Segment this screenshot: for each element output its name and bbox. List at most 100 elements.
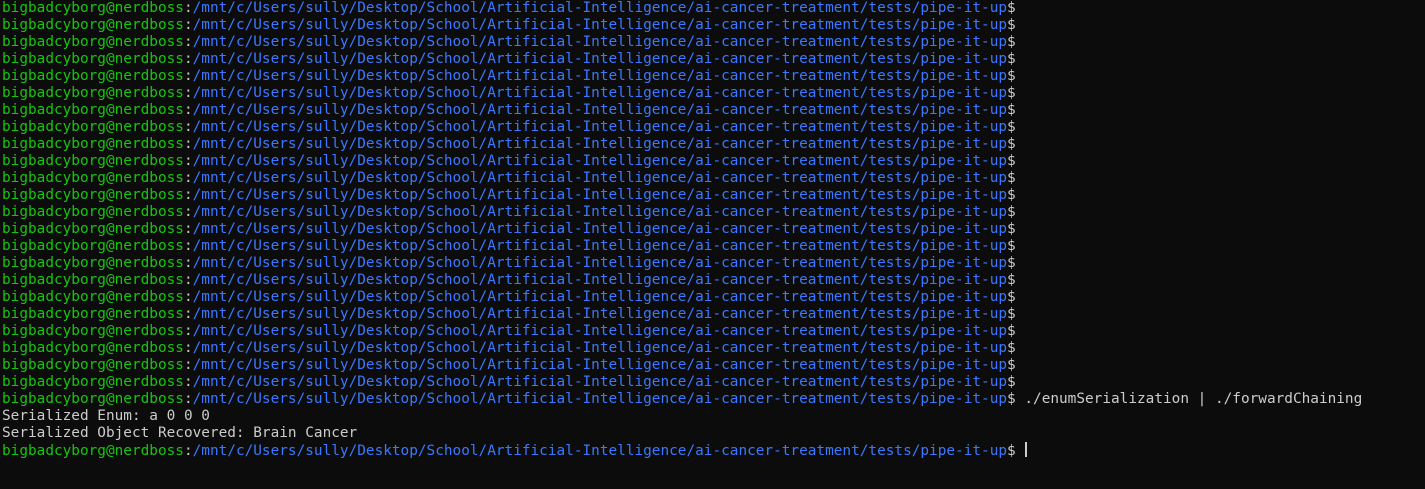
prompt-user-host: bigbadcyborg@nerdboss xyxy=(2,136,184,152)
prompt-symbol: $ xyxy=(1007,119,1016,135)
prompt-user-host: bigbadcyborg@nerdboss xyxy=(2,289,184,305)
prompt-path: /mnt/c/Users/sully/Desktop/School/Artifi… xyxy=(192,221,1008,237)
prompt-line: bigbadcyborg@nerdboss:/mnt/c/Users/sully… xyxy=(2,0,1425,17)
prompt-separator: : xyxy=(183,204,193,220)
prompt-separator: : xyxy=(183,357,193,373)
prompt-path: /mnt/c/Users/sully/Desktop/School/Artifi… xyxy=(192,204,1008,220)
terminal-window[interactable]: bigbadcyborg@nerdboss:/mnt/c/Users/sully… xyxy=(0,0,1425,489)
prompt-path: /mnt/c/Users/sully/Desktop/School/Artifi… xyxy=(192,357,1008,373)
prompt-path: /mnt/c/Users/sully/Desktop/School/Artifi… xyxy=(192,102,1008,118)
prompt-line: bigbadcyborg@nerdboss:/mnt/c/Users/sully… xyxy=(2,187,1425,204)
prompt-user-host: bigbadcyborg@nerdboss xyxy=(2,357,184,373)
prompt-separator: : xyxy=(183,170,193,186)
prompt-symbol: $ xyxy=(1007,34,1016,50)
prompt-separator: : xyxy=(183,102,193,118)
command-text xyxy=(1016,443,1025,459)
command-text: ./enumSerialization | ./forwardChaining xyxy=(1015,391,1363,407)
prompt-symbol: $ xyxy=(1007,255,1016,271)
prompt-symbol: $ xyxy=(1007,153,1016,169)
prompt-user-host: bigbadcyborg@nerdboss xyxy=(2,238,184,254)
prompt-user-host: bigbadcyborg@nerdboss xyxy=(2,443,184,459)
prompt-symbol: $ xyxy=(1007,340,1016,356)
prompt-path: /mnt/c/Users/sully/Desktop/School/Artifi… xyxy=(192,17,1008,33)
prompt-line: bigbadcyborg@nerdboss:/mnt/c/Users/sully… xyxy=(2,289,1425,306)
prompt-user-host: bigbadcyborg@nerdboss xyxy=(2,0,184,16)
prompt-separator: : xyxy=(183,17,193,33)
prompt-path: /mnt/c/Users/sully/Desktop/School/Artifi… xyxy=(192,391,1008,407)
prompt-line: bigbadcyborg@nerdboss:/mnt/c/Users/sully… xyxy=(2,340,1425,357)
output-text: Serialized Enum: a 0 0 0 xyxy=(2,408,210,424)
prompt-symbol: $ xyxy=(1007,187,1016,203)
prompt-symbol: $ xyxy=(1007,68,1016,84)
prompt-path: /mnt/c/Users/sully/Desktop/School/Artifi… xyxy=(192,119,1008,135)
prompt-line: bigbadcyborg@nerdboss:/mnt/c/Users/sully… xyxy=(2,68,1425,85)
prompt-user-host: bigbadcyborg@nerdboss xyxy=(2,204,184,220)
prompt-symbol: $ xyxy=(1007,357,1016,373)
prompt-user-host: bigbadcyborg@nerdboss xyxy=(2,153,184,169)
prompt-user-host: bigbadcyborg@nerdboss xyxy=(2,17,184,33)
prompt-path: /mnt/c/Users/sully/Desktop/School/Artifi… xyxy=(192,306,1008,322)
prompt-separator: : xyxy=(183,153,193,169)
prompt-line: bigbadcyborg@nerdboss:/mnt/c/Users/sully… xyxy=(2,255,1425,272)
prompt-separator: : xyxy=(183,306,193,322)
prompt-path: /mnt/c/Users/sully/Desktop/School/Artifi… xyxy=(192,187,1008,203)
prompt-separator: : xyxy=(183,0,193,16)
prompt-path: /mnt/c/Users/sully/Desktop/School/Artifi… xyxy=(192,0,1008,16)
prompt-path: /mnt/c/Users/sully/Desktop/School/Artifi… xyxy=(192,255,1008,271)
prompt-symbol: $ xyxy=(1007,204,1016,220)
prompt-line: bigbadcyborg@nerdboss:/mnt/c/Users/sully… xyxy=(2,272,1425,289)
prompt-user-host: bigbadcyborg@nerdboss xyxy=(2,374,184,390)
prompt-path: /mnt/c/Users/sully/Desktop/School/Artifi… xyxy=(192,68,1008,84)
prompt-line: bigbadcyborg@nerdboss:/mnt/c/Users/sully… xyxy=(2,85,1425,102)
prompt-line: bigbadcyborg@nerdboss:/mnt/c/Users/sully… xyxy=(2,153,1425,170)
prompt-separator: : xyxy=(183,340,193,356)
prompt-separator: : xyxy=(183,85,193,101)
prompt-user-host: bigbadcyborg@nerdboss xyxy=(2,323,184,339)
prompt-symbol: $ xyxy=(1007,238,1016,254)
prompt-separator: : xyxy=(183,187,193,203)
prompt-symbol: $ xyxy=(1007,170,1016,186)
prompt-user-host: bigbadcyborg@nerdboss xyxy=(2,255,184,271)
prompt-line: bigbadcyborg@nerdboss:/mnt/c/Users/sully… xyxy=(2,17,1425,34)
prompt-symbol: $ xyxy=(1007,391,1016,407)
prompt-separator: : xyxy=(183,51,193,67)
prompt-line: bigbadcyborg@nerdboss:/mnt/c/Users/sully… xyxy=(2,238,1425,255)
prompt-symbol: $ xyxy=(1007,136,1016,152)
prompt-separator: : xyxy=(183,272,193,288)
prompt-symbol: $ xyxy=(1007,272,1016,288)
prompt-path: /mnt/c/Users/sully/Desktop/School/Artifi… xyxy=(192,51,1008,67)
prompt-separator: : xyxy=(183,221,193,237)
prompt-path: /mnt/c/Users/sully/Desktop/School/Artifi… xyxy=(192,323,1008,339)
prompt-path: /mnt/c/Users/sully/Desktop/School/Artifi… xyxy=(192,153,1008,169)
prompt-path: /mnt/c/Users/sully/Desktop/School/Artifi… xyxy=(192,443,1008,459)
prompt-line: bigbadcyborg@nerdboss:/mnt/c/Users/sully… xyxy=(2,374,1425,391)
prompt-user-host: bigbadcyborg@nerdboss xyxy=(2,170,184,186)
prompt-separator: : xyxy=(183,374,193,390)
prompt-line: bigbadcyborg@nerdboss:/mnt/c/Users/sully… xyxy=(2,442,1425,459)
prompt-path: /mnt/c/Users/sully/Desktop/School/Artifi… xyxy=(192,85,1008,101)
prompt-symbol: $ xyxy=(1007,85,1016,101)
text-cursor xyxy=(1025,442,1028,457)
prompt-line: bigbadcyborg@nerdboss:/mnt/c/Users/sully… xyxy=(2,34,1425,51)
prompt-path: /mnt/c/Users/sully/Desktop/School/Artifi… xyxy=(192,238,1008,254)
prompt-path: /mnt/c/Users/sully/Desktop/School/Artifi… xyxy=(192,272,1008,288)
prompt-symbol: $ xyxy=(1007,51,1016,67)
prompt-user-host: bigbadcyborg@nerdboss xyxy=(2,221,184,237)
prompt-separator: : xyxy=(183,391,193,407)
prompt-user-host: bigbadcyborg@nerdboss xyxy=(2,306,184,322)
prompt-user-host: bigbadcyborg@nerdboss xyxy=(2,119,184,135)
prompt-path: /mnt/c/Users/sully/Desktop/School/Artifi… xyxy=(192,34,1008,50)
prompt-separator: : xyxy=(183,68,193,84)
prompt-path: /mnt/c/Users/sully/Desktop/School/Artifi… xyxy=(192,289,1008,305)
prompt-user-host: bigbadcyborg@nerdboss xyxy=(2,391,184,407)
prompt-line: bigbadcyborg@nerdboss:/mnt/c/Users/sully… xyxy=(2,119,1425,136)
prompt-user-host: bigbadcyborg@nerdboss xyxy=(2,68,184,84)
prompt-line: bigbadcyborg@nerdboss:/mnt/c/Users/sully… xyxy=(2,391,1425,408)
prompt-line: bigbadcyborg@nerdboss:/mnt/c/Users/sully… xyxy=(2,323,1425,340)
prompt-separator: : xyxy=(183,34,193,50)
prompt-path: /mnt/c/Users/sully/Desktop/School/Artifi… xyxy=(192,136,1008,152)
prompt-user-host: bigbadcyborg@nerdboss xyxy=(2,272,184,288)
prompt-user-host: bigbadcyborg@nerdboss xyxy=(2,187,184,203)
prompt-separator: : xyxy=(183,136,193,152)
prompt-line: bigbadcyborg@nerdboss:/mnt/c/Users/sully… xyxy=(2,51,1425,68)
